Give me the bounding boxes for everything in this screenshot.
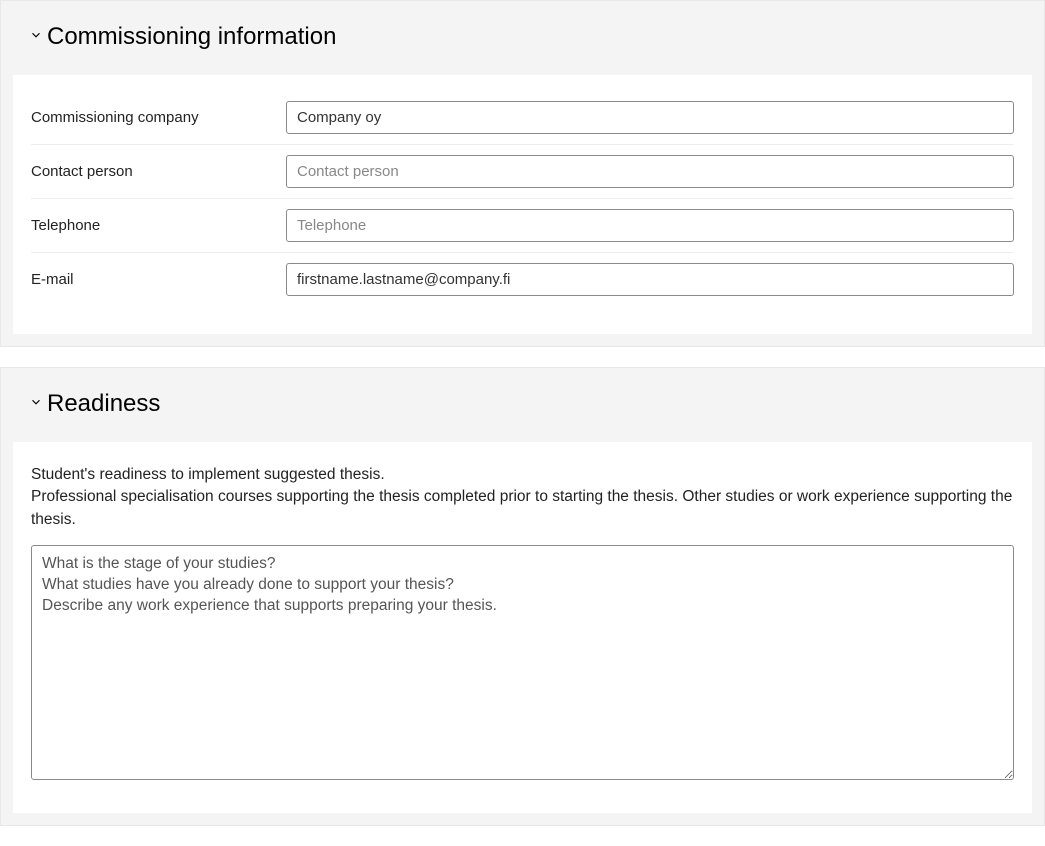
contact-label: Contact person [31,163,286,180]
readiness-textarea[interactable] [31,545,1014,780]
telephone-label: Telephone [31,217,286,234]
readiness-title: Readiness [47,390,160,418]
readiness-desc-line1: Student's readiness to implement suggest… [31,464,1014,486]
company-label: Commissioning company [31,109,286,126]
commissioning-panel: Commissioning information Commissioning … [0,0,1045,347]
chevron-down-icon [29,395,43,414]
contact-input[interactable] [286,155,1014,188]
commissioning-body: Commissioning company Contact person Tel… [13,75,1032,334]
email-label: E-mail [31,271,286,288]
commissioning-header[interactable]: Commissioning information [1,1,1044,63]
company-row: Commissioning company [31,91,1014,145]
readiness-header[interactable]: Readiness [1,368,1044,430]
telephone-input[interactable] [286,209,1014,242]
readiness-desc-line2: Professional specialisation courses supp… [31,486,1014,531]
commissioning-title: Commissioning information [47,23,336,51]
readiness-description: Student's readiness to implement suggest… [31,464,1014,531]
email-input[interactable] [286,263,1014,296]
company-input[interactable] [286,101,1014,134]
readiness-panel: Readiness Student's readiness to impleme… [0,367,1045,826]
readiness-body: Student's readiness to implement suggest… [13,442,1032,813]
chevron-down-icon [29,28,43,47]
email-row: E-mail [31,253,1014,306]
telephone-row: Telephone [31,199,1014,253]
contact-row: Contact person [31,145,1014,199]
